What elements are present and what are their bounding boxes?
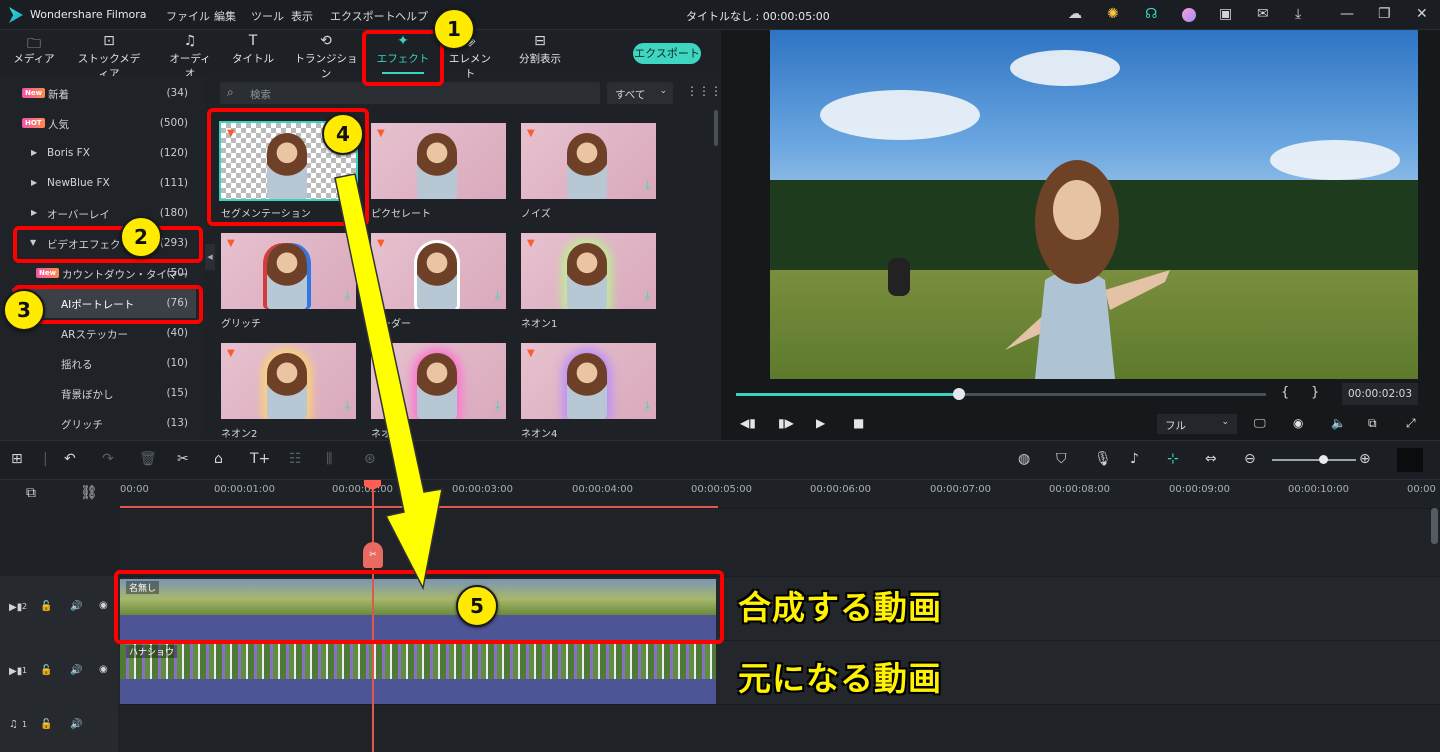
callout-1: 1 — [433, 8, 475, 50]
yellow-arrow-shape — [334, 173, 443, 591]
callout-4: 4 — [322, 113, 364, 155]
callout-3: 3 — [3, 289, 45, 331]
label-base-video: 元になる動画 — [738, 659, 942, 698]
callout-2: 2 — [120, 216, 162, 258]
callout-5: 5 — [456, 585, 498, 627]
label-overlay-video: 合成する動画 — [738, 588, 942, 627]
annotation-arrow — [334, 173, 443, 591]
